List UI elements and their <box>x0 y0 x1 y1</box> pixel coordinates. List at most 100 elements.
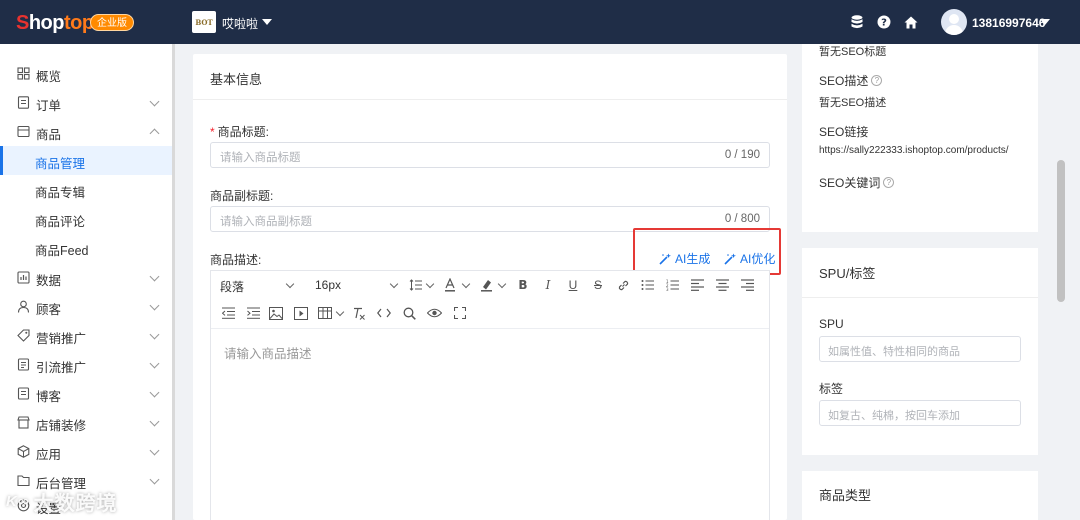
chevron-down-icon <box>149 445 160 456</box>
user-avatar[interactable] <box>941 9 967 35</box>
sidebar-subitem-product-management[interactable]: 商品管理 <box>0 146 172 175</box>
card-divider <box>802 297 1038 298</box>
input-placeholder: 如复古、纯棉，按回车添加 <box>828 410 960 422</box>
sidebar-item-label: 数据 <box>36 274 62 288</box>
input-placeholder: 请输入商品副标题 <box>220 216 312 228</box>
sidebar-subitem-label: 商品评论 <box>35 215 86 229</box>
description-editor-area[interactable]: 请输入商品描述 <box>224 343 312 362</box>
font-size-select[interactable]: 16px <box>315 278 341 292</box>
indent-icon[interactable] <box>245 305 261 321</box>
outdent-icon[interactable] <box>220 305 236 321</box>
preview-eye-icon[interactable] <box>426 305 442 321</box>
insert-video-icon[interactable] <box>293 305 309 321</box>
line-height-icon[interactable] <box>408 277 424 293</box>
chevron-down-icon <box>149 329 160 340</box>
help-icon[interactable]: ? <box>876 14 892 30</box>
sidebar-item-customers[interactable]: 顾客 <box>0 292 172 321</box>
store-logo[interactable]: BOT <box>192 11 216 33</box>
admin-icon <box>17 475 30 487</box>
strikethrough-icon[interactable]: S <box>591 277 605 293</box>
sidebar-item-label: 营销推广 <box>36 332 87 346</box>
italic-icon[interactable]: I <box>541 277 555 293</box>
seo-description-value: 暂无SEO描述 <box>819 97 887 109</box>
magic-wand-icon <box>724 253 736 265</box>
sidebar-item-label: 应用 <box>36 448 62 462</box>
shoptop-logo[interactable]: Shoptop <box>16 12 94 34</box>
store-dropdown-caret-icon[interactable] <box>262 19 272 25</box>
insert-table-icon[interactable] <box>317 305 333 321</box>
link-icon[interactable] <box>615 277 631 293</box>
page-scrollbar-thumb[interactable] <box>1057 160 1065 302</box>
product-type-title: 商品类型 <box>819 488 872 503</box>
user-account-name[interactable]: 13816997646 <box>972 16 1045 30</box>
sidebar-item-orders[interactable]: 订单 <box>0 88 172 117</box>
chevron-down-icon[interactable] <box>335 307 345 317</box>
user-dropdown-caret-icon[interactable] <box>1040 19 1050 25</box>
help-tooltip-icon[interactable]: ? <box>883 177 895 188</box>
font-color-icon[interactable] <box>443 277 457 293</box>
sidebar-item-blog[interactable]: 博客 <box>0 379 172 408</box>
database-icon[interactable] <box>849 14 865 30</box>
highlight-color-icon[interactable] <box>479 277 493 293</box>
blog-icon <box>17 387 30 400</box>
fullscreen-icon[interactable] <box>452 305 468 321</box>
section-divider <box>193 99 787 100</box>
home-icon[interactable] <box>903 14 919 30</box>
sidebar-item-data[interactable]: 数据 <box>0 263 172 292</box>
search-icon[interactable] <box>401 305 417 321</box>
sidebar-item-store-design[interactable]: 店铺装修 <box>0 408 172 437</box>
bold-icon[interactable]: B <box>516 277 530 293</box>
sidebar-subitem-product-feed[interactable]: 商品Feed <box>0 233 172 262</box>
chevron-down-icon <box>149 271 160 282</box>
top-navigation-bar: Shoptop 企业版 BOT 哎啦啦 ? 13816997646 <box>0 0 1080 44</box>
chevron-down-icon[interactable] <box>461 279 471 289</box>
clear-format-icon[interactable] <box>351 305 367 321</box>
char-counter: 0 / 190 <box>724 149 760 161</box>
numbered-list-icon[interactable]: 123 <box>665 277 681 293</box>
spu-tags-title: SPU/标签 <box>819 266 876 281</box>
paragraph-select[interactable]: 段落 <box>220 278 244 295</box>
editor-toolbar-row-2 <box>211 299 769 327</box>
chevron-down-icon[interactable] <box>389 279 399 289</box>
ai-generate-button[interactable]: AI生成 <box>659 250 710 267</box>
sidebar-item-apps[interactable]: 应用 <box>0 437 172 466</box>
decoration-icon <box>17 416 30 429</box>
ai-optimize-button[interactable]: AI优化 <box>724 250 775 267</box>
underline-icon[interactable]: U <box>566 277 580 293</box>
chevron-down-icon <box>149 474 160 485</box>
sidebar-subitem-collections[interactable]: 商品专辑 <box>0 175 172 204</box>
help-tooltip-icon[interactable]: ? <box>871 75 883 86</box>
chevron-down-icon[interactable] <box>425 279 435 289</box>
store-name[interactable]: 哎啦啦 <box>222 15 258 32</box>
tags-input[interactable]: 如复古、纯棉，按回车添加 <box>819 400 1021 426</box>
chevron-down-icon <box>149 300 160 311</box>
sidebar-item-overview[interactable]: 概览 <box>0 59 172 88</box>
insert-image-icon[interactable] <box>268 305 284 321</box>
sidebar-scrollbar[interactable] <box>172 44 175 520</box>
bullet-list-icon[interactable] <box>640 277 656 293</box>
seo-link-value: https://sally222333.ishoptop.com/product… <box>819 145 1009 156</box>
sidebar-item-marketing[interactable]: 营销推广 <box>0 321 172 350</box>
align-center-icon[interactable] <box>714 277 730 293</box>
chevron-down-icon[interactable] <box>285 279 295 289</box>
chevron-down-icon <box>149 416 160 427</box>
product-title-label: * 商品标题: <box>210 125 270 139</box>
code-view-icon[interactable] <box>376 305 392 321</box>
sidebar-subitem-reviews[interactable]: 商品评论 <box>0 204 172 233</box>
marketing-icon <box>17 329 30 342</box>
product-icon <box>17 125 30 138</box>
seo-link-label: SEO链接 <box>819 125 869 139</box>
app-icon <box>17 445 30 458</box>
required-mark: * <box>210 125 215 139</box>
chevron-up-icon <box>149 128 160 139</box>
chevron-down-icon[interactable] <box>497 279 507 289</box>
align-left-icon[interactable] <box>689 277 705 293</box>
align-right-icon[interactable] <box>739 277 755 293</box>
editor-toolbar-divider <box>211 328 769 329</box>
watermark-logo: K∞ 大数跨境 <box>6 493 118 515</box>
product-title-input[interactable]: 请输入商品标题 0 / 190 <box>210 142 770 168</box>
sidebar-item-traffic[interactable]: 引流推广 <box>0 350 172 379</box>
sidebar-item-products[interactable]: 商品 <box>0 117 172 146</box>
input-placeholder: 如属性值、特性相同的商品 <box>828 346 960 358</box>
spu-input[interactable]: 如属性值、特性相同的商品 <box>819 336 1021 362</box>
